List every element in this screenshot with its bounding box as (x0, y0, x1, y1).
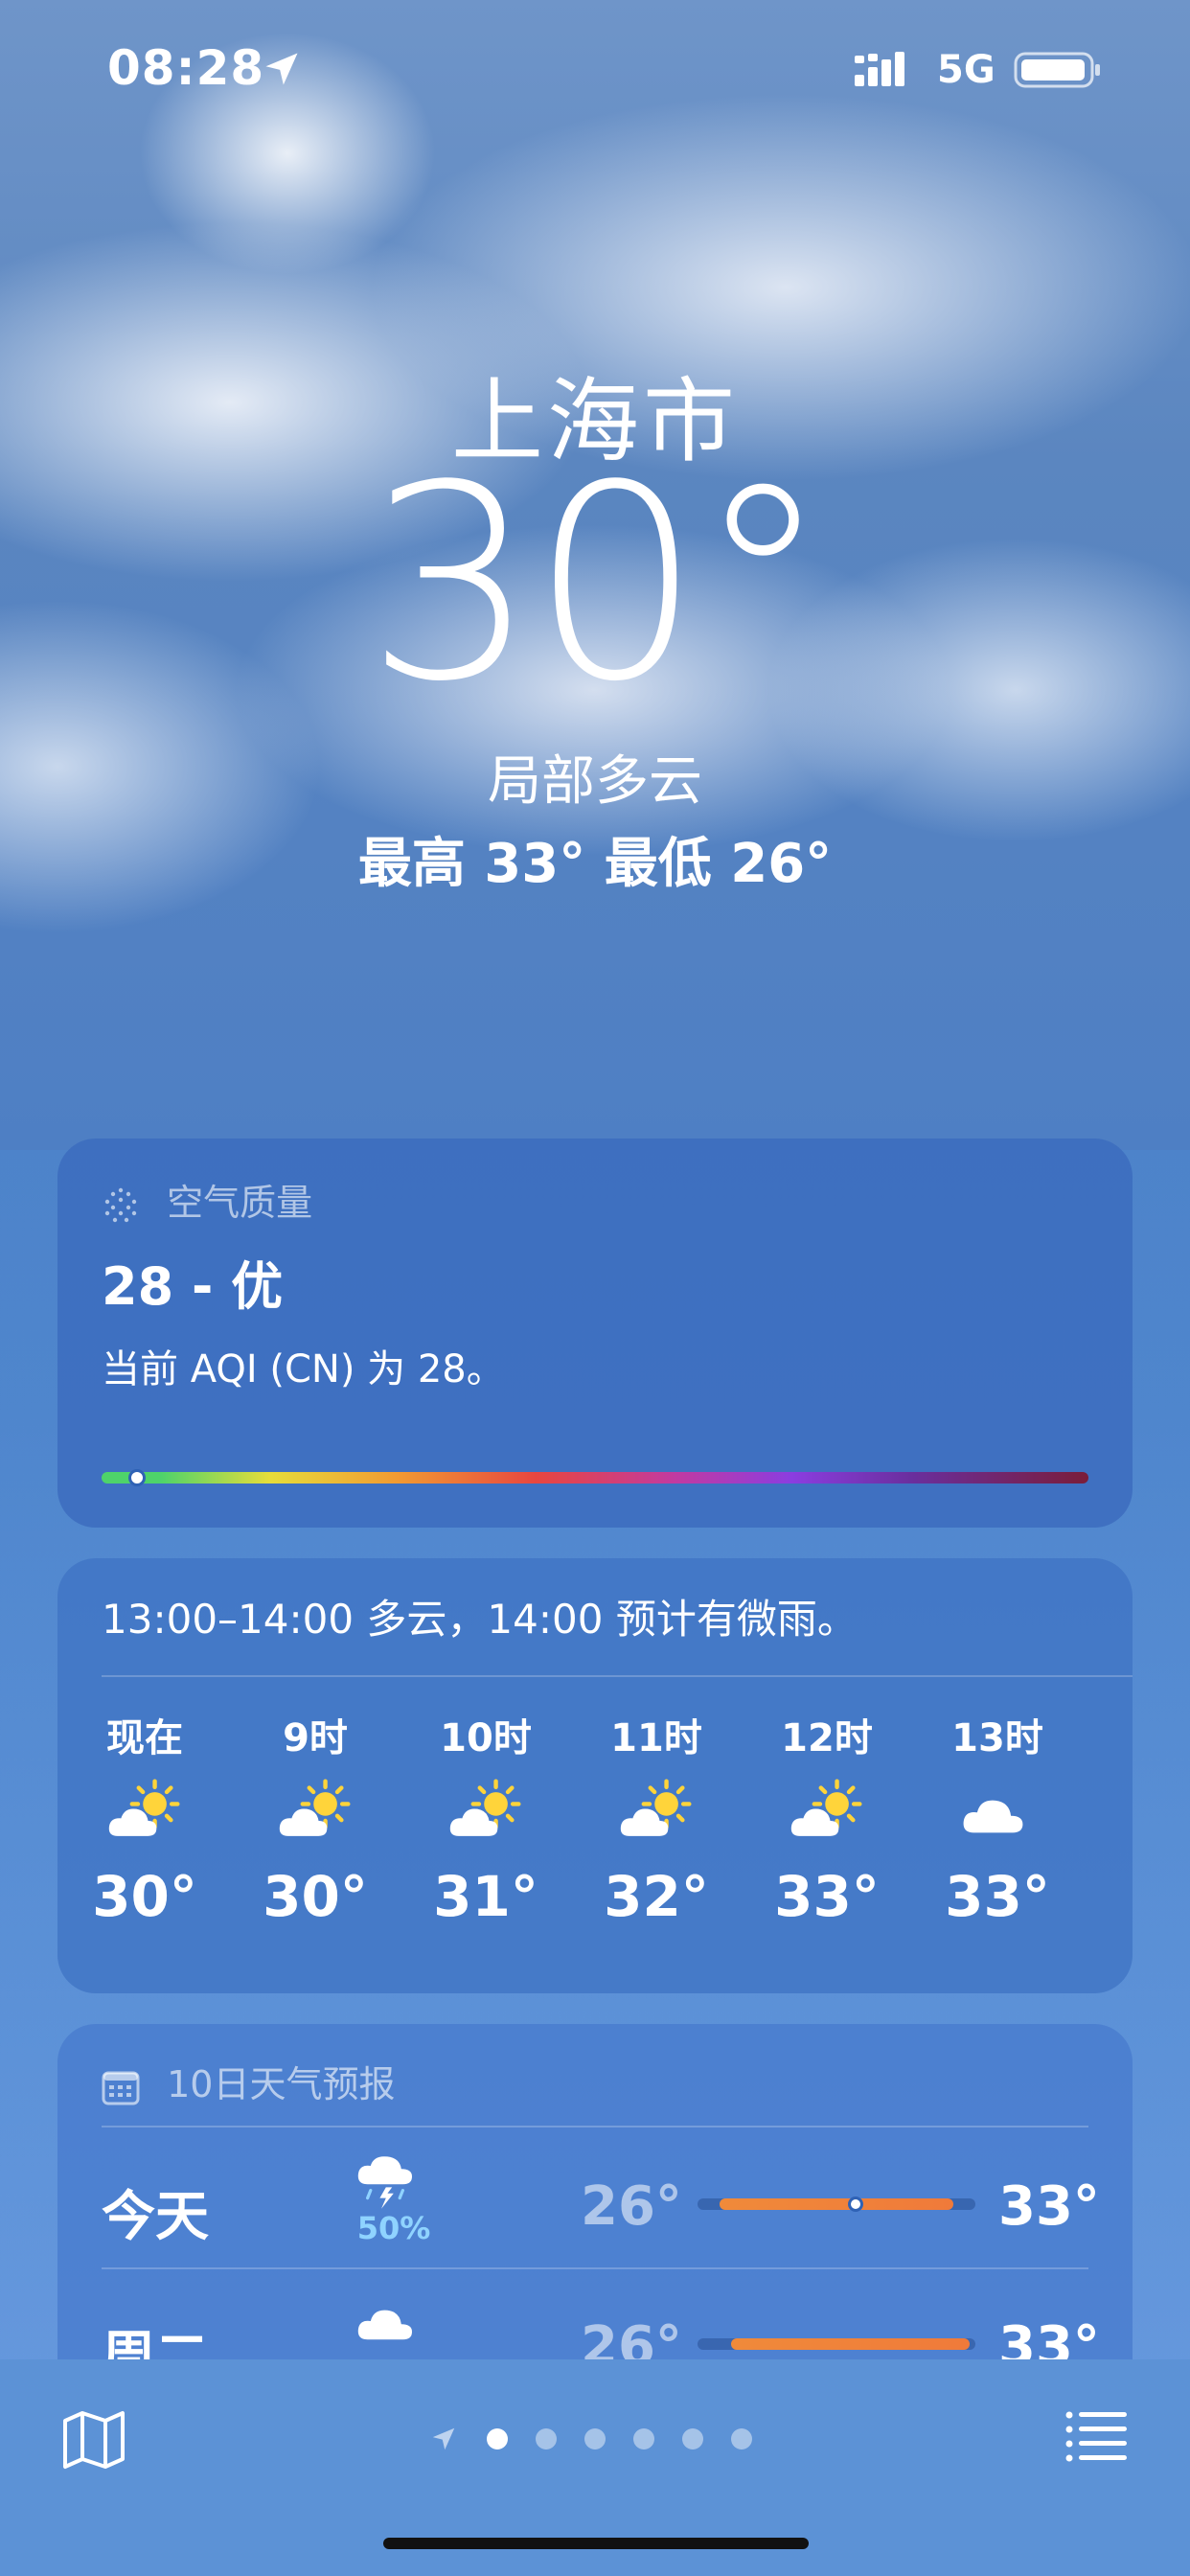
air-quality-title: 空气质量 (167, 1182, 313, 1224)
hour-label: 现在 (106, 1716, 183, 1760)
temperature-range-bar (698, 2338, 975, 2350)
hourly-item: 12时 33° (755, 1707, 899, 1929)
partly-sunny-icon (620, 1779, 692, 1836)
page-dot[interactable] (584, 2428, 606, 2450)
map-icon[interactable] (61, 2409, 126, 2471)
partly-sunny-icon (279, 1779, 351, 1836)
hour-temperature: 33° (945, 1864, 1050, 1929)
thunderstorm-icon (357, 2156, 412, 2209)
bottom-toolbar (0, 2359, 1190, 2576)
hour-temperature: 31° (433, 1864, 538, 1929)
temperature-range-fill (720, 2198, 953, 2210)
aqi-indicator-dot (128, 1469, 147, 1486)
aqi-description: 当前 AQI (CN) 为 28。 (102, 1347, 505, 1392)
hour-label: 10时 (440, 1716, 532, 1760)
partly-sunny-icon (108, 1779, 180, 1836)
status-time: 08:28 (107, 40, 265, 96)
location-arrow-icon (432, 2427, 455, 2450)
precipitation-chance: 50% (356, 2210, 431, 2246)
page-indicator[interactable] (429, 2425, 765, 2453)
hour-label: 9时 (283, 1716, 348, 1760)
hourly-item: 13时 33° (926, 1707, 1069, 1929)
cloud-icon (963, 1800, 1023, 1833)
status-bar: 08:28 5G (0, 0, 1190, 144)
battery-icon (1014, 52, 1100, 88)
air-quality-header: 空气质量 (102, 1173, 312, 1226)
location-arrow-icon (265, 53, 298, 85)
partly-sunny-icon (790, 1779, 862, 1836)
hour-temperature: 32° (604, 1864, 709, 1929)
home-indicator (383, 2538, 809, 2549)
daily-forecast-header: 10日天气预报 (102, 2055, 395, 2107)
day-name: 今天 (102, 2186, 209, 2248)
hourly-item: 现在 30° (73, 1707, 217, 1929)
daily-row[interactable]: 今天 50% 26° 33° (102, 2129, 1100, 2269)
hour-temperature: 30° (92, 1864, 197, 1929)
air-quality-card[interactable]: 空气质量 28 - 优 当前 AQI (CN) 为 28。 (57, 1138, 1133, 1528)
divider (102, 2126, 1088, 2128)
page-dot[interactable] (487, 2428, 508, 2450)
day-high-temp: 33° (998, 2175, 1100, 2238)
hour-temperature: 33° (774, 1864, 880, 1929)
hour-label: 11时 (610, 1716, 702, 1760)
hour-label: 12时 (781, 1716, 873, 1760)
signal-icon (855, 52, 904, 86)
weather-condition: 局部多云 (488, 750, 702, 813)
daily-forecast-title: 10日天气预报 (167, 2063, 396, 2105)
page-dot[interactable] (536, 2428, 557, 2450)
network-type: 5G (937, 48, 995, 92)
calendar-icon (102, 2071, 140, 2104)
air-quality-icon (104, 1187, 137, 1222)
page-dot[interactable] (633, 2428, 654, 2450)
aqi-value: 28 - 优 (102, 1256, 284, 1317)
divider (102, 1675, 1133, 1677)
page-dot[interactable] (731, 2428, 752, 2450)
temperature-range-bar (698, 2196, 975, 2212)
cloud-icon (357, 2310, 412, 2340)
hour-temperature: 30° (263, 1864, 368, 1929)
temperature-range-fill (730, 2338, 971, 2350)
page-dot[interactable] (682, 2428, 703, 2450)
partly-sunny-icon (449, 1779, 521, 1836)
hourly-list[interactable]: 现在 30° 9时 30° 10时 31° 11时 32° 12时 33° 13时 33° (73, 1707, 1133, 1975)
high-low-temperature: 最高 33° 最低 26° (357, 833, 833, 895)
hour-label: 13时 (951, 1716, 1043, 1760)
hourly-forecast-card[interactable]: 13:00–14:00 多云，14:00 预计有微雨。 现在 30° 9时 30° 10… (57, 1558, 1133, 1993)
aqi-scale-bar (102, 1469, 1088, 1486)
day-low-temp: 26° (581, 2175, 682, 2238)
hourly-item: 10时 31° (414, 1707, 558, 1929)
hourly-summary: 13:00–14:00 多云，14:00 预计有微雨。 (102, 1596, 858, 1643)
current-temperature: 30° (365, 428, 830, 741)
hourly-item: 9时 30° (243, 1707, 387, 1929)
list-icon[interactable] (1065, 2409, 1127, 2463)
hourly-item: 11时 32° (584, 1707, 728, 1929)
